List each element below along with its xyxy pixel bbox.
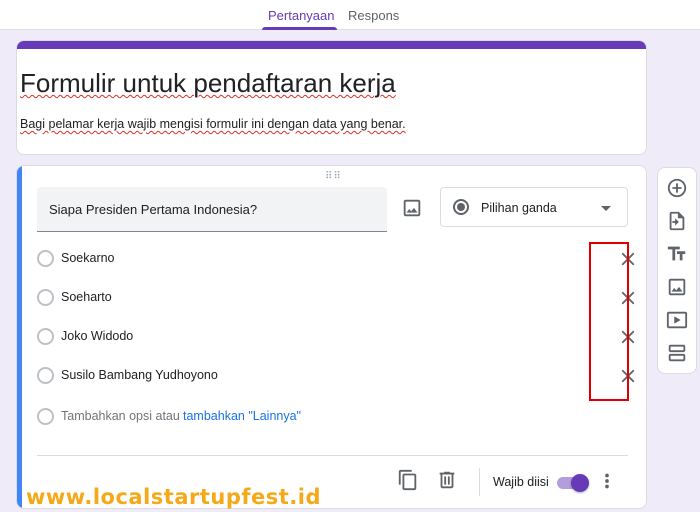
option-radio-icon	[37, 250, 54, 267]
video-icon[interactable]	[666, 309, 688, 331]
tab-pertanyaan[interactable]: Pertanyaan	[268, 8, 335, 23]
image-icon[interactable]	[666, 276, 688, 298]
option-label[interactable]: Joko Widodo	[61, 329, 133, 343]
option-radio-icon	[37, 367, 54, 384]
option-radio-icon	[37, 289, 54, 306]
add-image-icon[interactable]	[401, 197, 423, 219]
option-row[interactable]: Joko Widodo	[37, 326, 635, 350]
title-icon[interactable]	[666, 243, 688, 265]
option-label[interactable]: Susilo Bambang Yudhoyono	[61, 368, 218, 382]
question-title-input[interactable]: Siapa Presiden Pertama Indonesia?	[37, 187, 387, 232]
option-radio-icon	[37, 408, 54, 425]
tab-respons[interactable]: Respons	[348, 8, 399, 23]
radio-button-icon	[453, 199, 469, 215]
form-description[interactable]: Bagi pelamar kerja wajib mengisi formuli…	[20, 117, 406, 131]
required-label: Wajib diisi	[493, 475, 549, 489]
add-option-row[interactable]: Tambahkan opsi atau tambahkan "Lainnya"	[37, 406, 597, 430]
duplicate-icon[interactable]	[397, 469, 419, 491]
remove-buttons-highlight	[589, 242, 629, 401]
more-vert-icon[interactable]	[599, 470, 615, 492]
footer-separator	[479, 468, 480, 496]
chevron-down-icon	[601, 206, 611, 211]
option-row[interactable]: Soekarno	[37, 248, 635, 272]
footer-divider	[37, 455, 628, 456]
active-tab-indicator	[262, 27, 337, 30]
section-icon[interactable]	[666, 342, 688, 364]
option-radio-icon	[37, 328, 54, 345]
question-text: Siapa Presiden Pertama Indonesia?	[49, 202, 258, 217]
floating-toolbar	[657, 167, 697, 374]
required-toggle[interactable]	[557, 473, 589, 493]
question-type-label: Pilihan ganda	[481, 201, 557, 215]
question-type-dropdown[interactable]: Pilihan ganda	[440, 187, 628, 227]
question-card[interactable]: ⠿⠿ Siapa Presiden Pertama Indonesia? Pil…	[16, 165, 647, 509]
drag-handle-icon[interactable]: ⠿⠿	[325, 171, 342, 182]
option-row[interactable]: Soeharto	[37, 287, 635, 311]
title-card-accent	[17, 41, 646, 49]
add-other-link[interactable]: tambahkan "Lainnya"	[183, 409, 301, 423]
form-title[interactable]: Formulir untuk pendaftaran kerja	[20, 68, 396, 99]
option-label[interactable]: Soekarno	[61, 251, 115, 265]
watermark-text: www.localstartupfest.id	[26, 485, 321, 509]
add-option-label[interactable]: Tambahkan opsi atau	[61, 409, 180, 423]
add-circle-icon[interactable]	[666, 177, 688, 199]
option-label[interactable]: Soeharto	[61, 290, 112, 304]
active-card-indicator	[17, 166, 22, 508]
option-row[interactable]: Susilo Bambang Yudhoyono	[37, 365, 635, 389]
toggle-thumb	[571, 474, 589, 492]
import-icon[interactable]	[666, 210, 688, 232]
top-tab-bar: Pertanyaan Respons	[0, 0, 700, 30]
trash-icon[interactable]	[436, 469, 458, 491]
